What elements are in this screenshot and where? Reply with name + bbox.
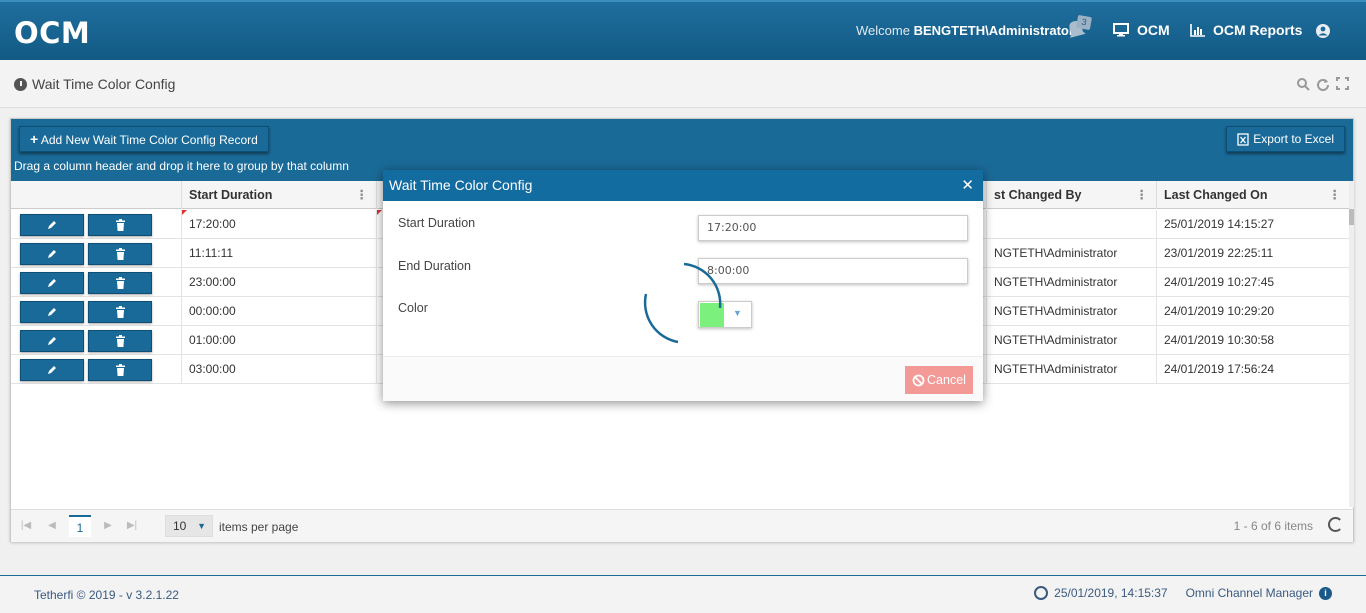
end-duration-input[interactable]: 8:00:00 (698, 258, 968, 284)
loading-spinner-icon (643, 262, 722, 344)
close-icon[interactable]: ✕ (961, 170, 974, 201)
end-duration-label: End Duration (398, 259, 471, 273)
cancel-label: Cancel (927, 373, 966, 387)
start-duration-label: Start Duration (398, 216, 476, 230)
chevron-down-icon: ▼ (733, 308, 742, 318)
dialog-header: Wait Time Color Config ✕ (383, 170, 983, 201)
color-label: Color (398, 301, 428, 315)
start-duration-input[interactable]: 17:20:00 (698, 215, 968, 241)
cancel-button[interactable]: Cancel (905, 366, 973, 394)
ban-icon (912, 374, 925, 386)
dialog-footer: Cancel (383, 356, 983, 401)
dialog-title: Wait Time Color Config (389, 177, 533, 193)
